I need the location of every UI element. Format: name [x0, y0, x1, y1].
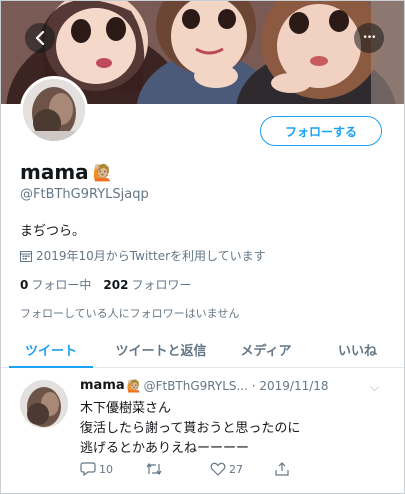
joined-text: 2019年10月からTwitterを利用しています: [36, 249, 266, 263]
tweet-header: mama 🙋🏼 @FtBThG9RYLS... · 2019/11/18: [80, 378, 329, 393]
reply-button[interactable]: 10: [80, 462, 145, 476]
back-button[interactable]: [25, 23, 55, 53]
like-count: 27: [229, 462, 243, 476]
profile-bio: まぢつら。: [20, 224, 86, 239]
tweet-line: 木下優樹菜さん: [80, 401, 172, 416]
share-icon: [275, 462, 289, 476]
profile-name-row: mama 🙋🏼: [20, 160, 113, 184]
tweet-author-emoji: 🙋🏼: [126, 378, 142, 393]
heart-icon: [210, 462, 226, 476]
share-button[interactable]: [275, 462, 340, 476]
name-emoji: 🙋🏼: [92, 162, 113, 182]
more-options-button[interactable]: •••: [354, 23, 384, 53]
followers-link[interactable]: 202 フォロワー: [103, 276, 191, 293]
followers-label: フォロワー: [131, 278, 192, 292]
retweet-icon: [146, 462, 162, 476]
tweet-text: 木下優樹菜さん 復活したら謝って貰おうと思ったのに 逃げるとかありえねーーーー: [80, 399, 300, 459]
profile-handle: @FtBThG9RYLSjaqp: [20, 187, 149, 202]
profile-tabs: ツイート ツイートと返信 メディア いいね: [1, 332, 404, 368]
chevron-down-icon[interactable]: ⌵: [370, 380, 379, 395]
tab-likes[interactable]: いいね: [311, 332, 404, 367]
following-count: 0: [20, 278, 29, 292]
reply-icon: [80, 462, 96, 476]
tab-media[interactable]: メディア: [221, 332, 311, 367]
following-link[interactable]: 0 フォロー中: [20, 276, 91, 293]
back-arrow-icon: [35, 31, 45, 45]
tweet-line: 復活したら謝って貰おうと思ったのに: [80, 421, 301, 436]
joined-date: 2019年10月からTwitterを利用しています: [20, 247, 266, 264]
tab-tweets-replies[interactable]: ツイートと返信: [101, 332, 221, 367]
followers-count: 202: [103, 278, 129, 292]
reply-count: 10: [99, 462, 113, 476]
followers-you-know: フォローしている人にフォロワーはいません: [20, 307, 240, 320]
follow-stats: 0 フォロー中 202 フォロワー: [20, 276, 191, 293]
tweet-author-name[interactable]: mama: [80, 378, 125, 393]
tweet-actions: 10 27: [80, 462, 340, 476]
profile-avatar[interactable]: [20, 76, 88, 144]
like-button[interactable]: 27: [210, 462, 275, 476]
retweet-button[interactable]: [145, 462, 210, 476]
follow-button[interactable]: フォローする: [260, 116, 382, 146]
tweet-line: 逃げるとかありえねーーーー: [80, 441, 250, 456]
calendar-icon: [20, 250, 32, 262]
following-label: フォロー中: [31, 278, 92, 292]
tweet-handle-date[interactable]: @FtBThG9RYLS... · 2019/11/18: [144, 379, 329, 393]
profile-name: mama: [20, 160, 89, 184]
tab-tweets[interactable]: ツイート: [1, 332, 101, 368]
more-dots-icon: •••: [362, 33, 377, 43]
tweet-avatar[interactable]: [20, 380, 68, 428]
